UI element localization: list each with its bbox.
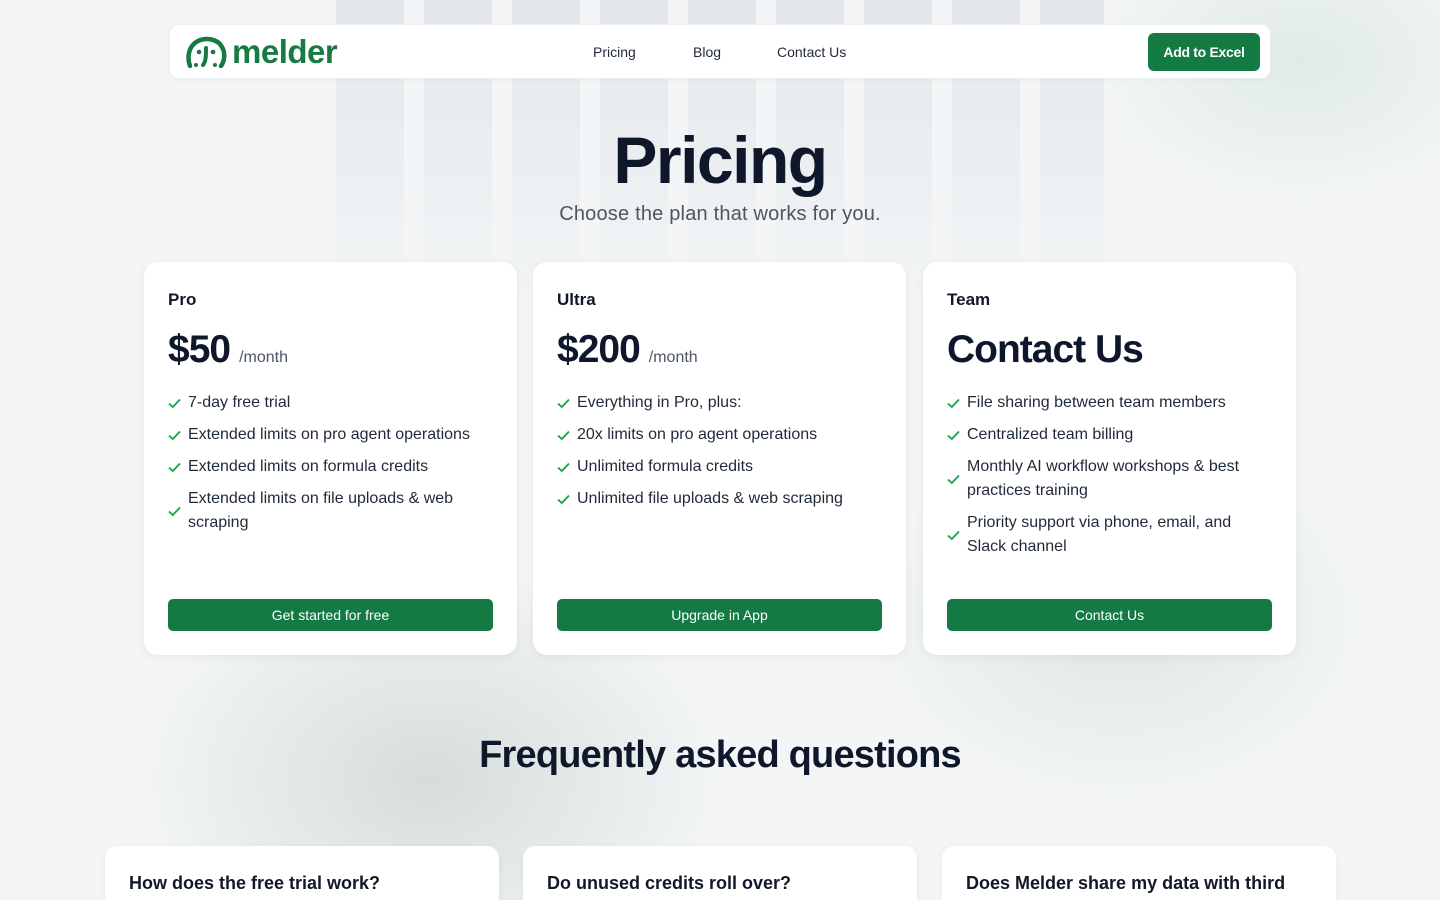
feature-item: Unlimited file uploads & web scraping <box>557 487 882 511</box>
check-icon <box>168 398 181 408</box>
feature-text: Centralized team billing <box>967 426 1134 443</box>
nav-link-pricing[interactable]: Pricing <box>593 44 636 60</box>
price-row: $200 /month <box>557 328 698 372</box>
feature-item: Priority support via phone, email, and S… <box>947 511 1272 559</box>
check-icon <box>557 494 570 504</box>
feature-text: Everything in Pro, plus: <box>577 394 742 411</box>
faq-item[interactable]: Does Melder share my data with third <box>942 846 1336 900</box>
plan-name: Team <box>947 290 991 309</box>
check-icon <box>947 430 960 440</box>
check-icon <box>168 506 181 516</box>
feature-item: 20x limits on pro agent operations <box>557 423 882 447</box>
feature-list: 7-day free trial Extended limits on pro … <box>168 391 493 543</box>
plan-card-ultra: Ultra $200 /month Everything in Pro, plu… <box>533 262 906 655</box>
feature-item: Extended limits on file uploads & web sc… <box>168 487 493 535</box>
page-subtitle: Choose the plan that works for you. <box>559 203 881 225</box>
feature-item: Extended limits on pro agent operations <box>168 423 493 447</box>
feature-item: 7-day free trial <box>168 391 493 415</box>
faq-item[interactable]: How does the free trial work? <box>105 846 499 900</box>
feature-text: Priority support via phone, email, and S… <box>967 514 1232 555</box>
plan-price: $200 <box>557 328 641 371</box>
brand-logo[interactable]: melder <box>184 33 338 70</box>
check-icon <box>947 474 960 484</box>
check-icon <box>557 430 570 440</box>
check-icon <box>168 430 181 440</box>
faq-title: Frequently asked questions <box>479 734 962 776</box>
check-icon <box>168 462 181 472</box>
plan-price: $50 <box>168 328 231 371</box>
upgrade-in-app-button[interactable]: Upgrade in App <box>557 599 882 631</box>
get-started-button[interactable]: Get started for free <box>168 599 493 631</box>
faq-question: Do unused credits roll over? <box>547 873 792 893</box>
contact-us-button[interactable]: Contact Us <box>947 599 1272 631</box>
plan-price: Contact Us <box>947 328 1144 371</box>
feature-item: Unlimited formula credits <box>557 455 882 479</box>
feature-text: File sharing between team members <box>967 394 1226 411</box>
check-icon <box>557 398 570 408</box>
feature-text: Extended limits on file uploads & web sc… <box>188 490 454 531</box>
brand-name: melder <box>232 33 338 70</box>
check-icon <box>947 398 960 408</box>
feature-text: 7-day free trial <box>188 394 291 411</box>
feature-text: Extended limits on formula credits <box>188 458 429 475</box>
page-title: Pricing <box>613 123 828 197</box>
feature-list: File sharing between team members Centra… <box>947 391 1272 567</box>
feature-text: Unlimited formula credits <box>577 458 754 475</box>
price-period: /month <box>239 349 288 366</box>
price-row: Contact Us <box>947 328 1144 372</box>
check-icon <box>557 462 570 472</box>
top-navbar: melder Pricing Blog Contact Us Add to Ex… <box>169 24 1271 79</box>
nav-link-contact[interactable]: Contact Us <box>777 44 846 60</box>
plan-name: Pro <box>168 290 197 309</box>
nav-link-blog[interactable]: Blog <box>693 44 721 60</box>
feature-list: Everything in Pro, plus: 20x limits on p… <box>557 391 882 519</box>
plan-card-pro: Pro $50 /month 7-day free trial Extended… <box>144 262 517 655</box>
faq-item[interactable]: Do unused credits roll over? <box>523 846 917 900</box>
feature-item: Everything in Pro, plus: <box>557 391 882 415</box>
feature-text: Unlimited file uploads & web scraping <box>577 490 843 507</box>
feature-text: Extended limits on pro agent operations <box>188 426 470 443</box>
price-row: $50 /month <box>168 328 288 372</box>
feature-text: 20x limits on pro agent operations <box>577 426 818 443</box>
faq-question: How does the free trial work? <box>129 873 381 893</box>
add-to-excel-button[interactable]: Add to Excel <box>1148 33 1260 71</box>
plan-name: Ultra <box>557 290 596 309</box>
feature-item: Monthly AI workflow workshops & best pra… <box>947 455 1272 503</box>
plan-card-team: Team Contact Us File sharing between tea… <box>923 262 1296 655</box>
price-period: /month <box>648 349 698 366</box>
feature-item: Extended limits on formula credits <box>168 455 493 479</box>
elephant-icon <box>186 36 227 68</box>
faq-question: Does Melder share my data with third <box>966 873 1286 893</box>
feature-item: Centralized team billing <box>947 423 1272 447</box>
feature-text: Monthly AI workflow workshops & best pra… <box>967 458 1240 499</box>
check-icon <box>947 530 960 540</box>
feature-item: File sharing between team members <box>947 391 1272 415</box>
